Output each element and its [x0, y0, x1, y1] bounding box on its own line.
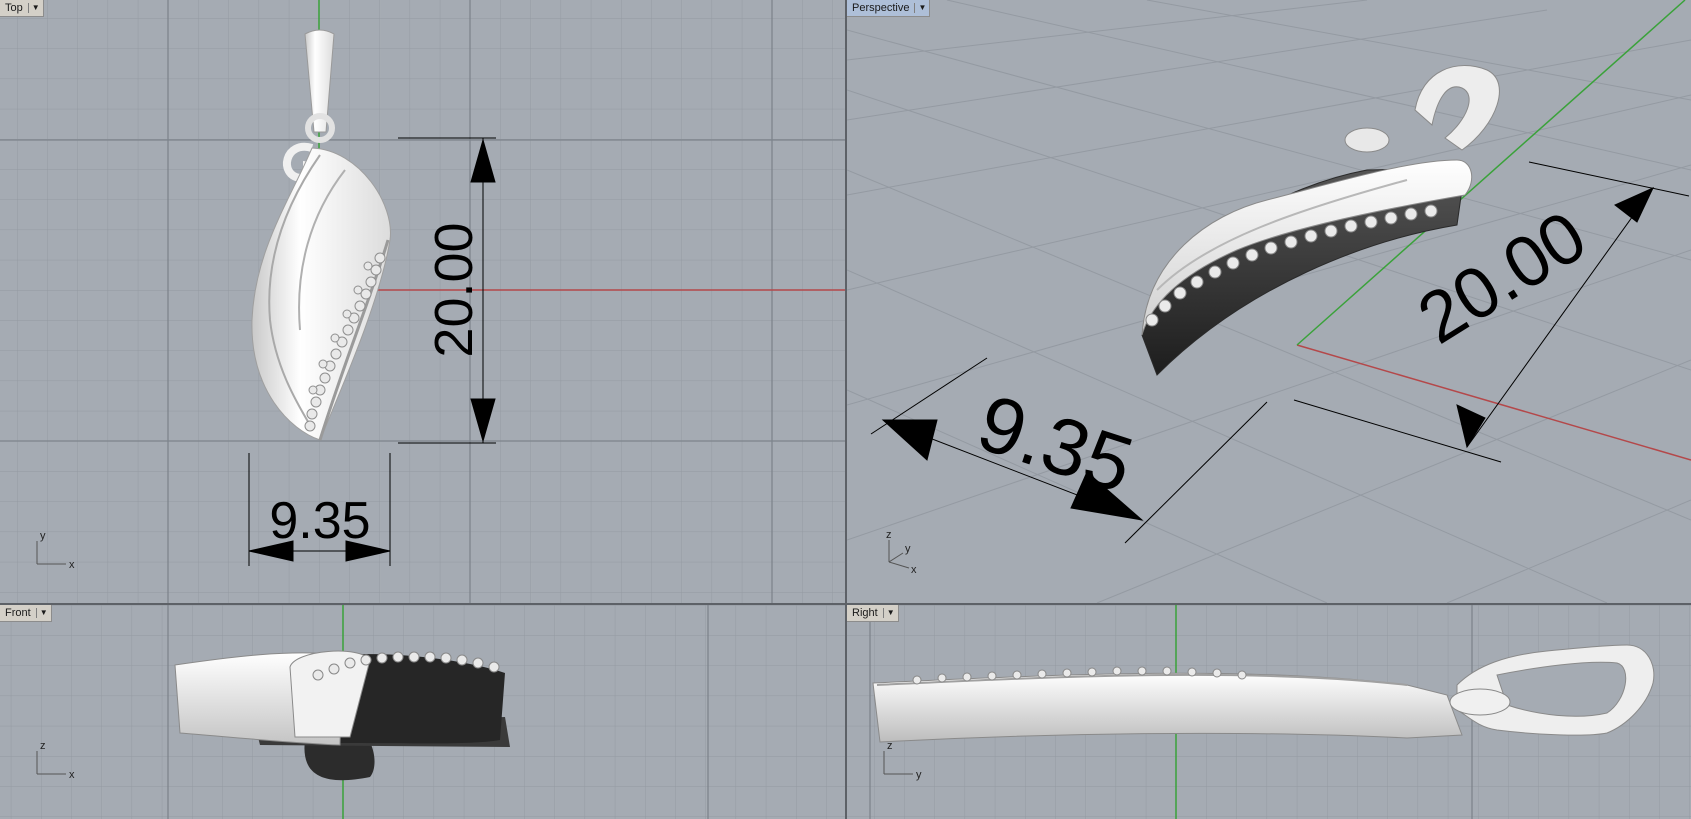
grid — [0, 0, 845, 603]
svg-text:y: y — [905, 543, 911, 555]
chevron-down-icon[interactable]: ▼ — [35, 608, 48, 618]
front-view-canvas: z x — [0, 605, 845, 819]
viewport-title-front[interactable]: Front ▼ — [0, 605, 52, 622]
viewport-title-label: Top — [5, 2, 23, 14]
width-dimension-text: 9.35 — [269, 492, 370, 550]
height-dimension-text: 20.00 — [424, 222, 484, 357]
right-view-canvas: z y — [847, 605, 1691, 819]
viewport-front[interactable]: Front ▼ z x — [0, 605, 845, 819]
rhino-viewports: Top ▼ 20.00 9.35 y x Perspective ▼ 20.00… — [0, 0, 1691, 819]
perspective-view-canvas: 20.00 9.35 z y x — [847, 0, 1691, 603]
viewport-title-right[interactable]: Right ▼ — [847, 605, 899, 622]
svg-text:z: z — [886, 529, 892, 541]
viewport-perspective[interactable]: Perspective ▼ 20.00 9.35 z y x — [847, 0, 1691, 603]
viewport-title-top[interactable]: Top ▼ — [0, 0, 44, 17]
svg-text:z: z — [40, 740, 46, 752]
viewport-title-perspective[interactable]: Perspective ▼ — [847, 0, 931, 17]
chevron-down-icon[interactable]: ▼ — [27, 3, 40, 13]
chevron-down-icon[interactable]: ▼ — [914, 3, 926, 13]
svg-text:x: x — [69, 769, 75, 781]
top-view-canvas: 20.00 9.35 y x — [0, 0, 845, 603]
viewport-top[interactable]: Top ▼ 20.00 9.35 y x — [0, 0, 845, 603]
svg-text:z: z — [887, 740, 893, 752]
svg-text:y: y — [916, 769, 922, 781]
svg-text:y: y — [40, 530, 46, 542]
svg-text:x: x — [69, 559, 75, 571]
viewport-right[interactable]: Right ▼ z y — [847, 605, 1691, 819]
viewport-title-label: Right — [852, 607, 878, 619]
viewport-title-label: Perspective — [852, 2, 910, 14]
chevron-down-icon[interactable]: ▼ — [882, 608, 895, 618]
viewport-title-label: Front — [5, 607, 31, 619]
svg-text:x: x — [911, 564, 917, 576]
